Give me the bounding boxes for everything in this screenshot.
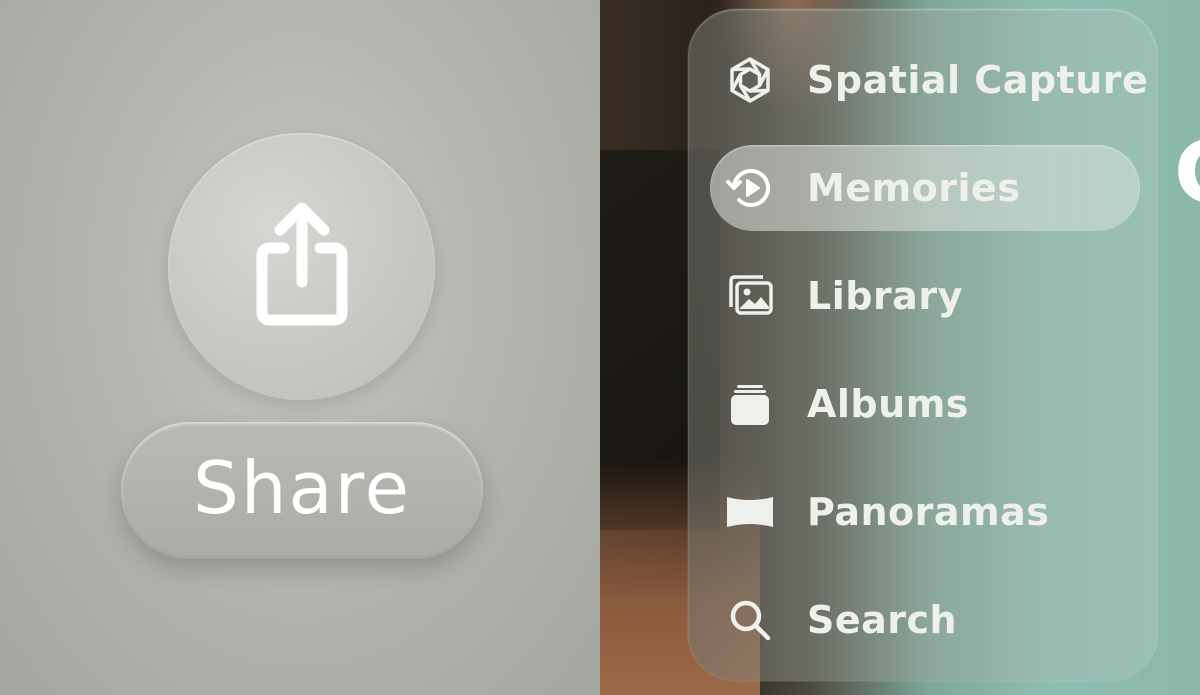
share-label: Share bbox=[193, 445, 411, 530]
photos-sidebar: Spatial Capture Memories Library Albums … bbox=[688, 9, 1158, 681]
memories-play-icon bbox=[722, 160, 778, 216]
square-and-arrow-up-icon bbox=[256, 202, 347, 325]
sidebar-item-label: Search bbox=[807, 598, 958, 642]
albums-stack-icon bbox=[722, 376, 778, 432]
panorama-icon bbox=[722, 484, 778, 540]
aperture-icon bbox=[722, 52, 778, 108]
sidebar-item-search[interactable]: Search bbox=[710, 577, 1140, 663]
sidebar-item-panoramas[interactable]: Panoramas bbox=[710, 469, 1140, 555]
magnifying-glass-icon bbox=[722, 592, 778, 648]
sidebar-item-label: Spatial Capture bbox=[807, 58, 1149, 102]
photo-stack-icon bbox=[722, 268, 778, 324]
sidebar-item-label: Albums bbox=[807, 382, 969, 426]
share-demo-panel: Share bbox=[0, 0, 600, 695]
sidebar-item-label: Memories bbox=[807, 166, 1021, 210]
sidebar-item-albums[interactable]: Albums bbox=[710, 361, 1140, 447]
sidebar-item-memories[interactable]: Memories bbox=[710, 145, 1140, 231]
sidebar-item-library[interactable]: Library bbox=[710, 253, 1140, 339]
share-label-pill[interactable]: Share bbox=[121, 422, 483, 559]
photos-sidebar-background: Spatial Capture Memories Library Albums … bbox=[600, 0, 1200, 695]
sidebar-item-label: Library bbox=[807, 274, 963, 318]
cropped-edge-glyph: G bbox=[1174, 130, 1200, 218]
sidebar-item-label: Panoramas bbox=[807, 490, 1050, 534]
sidebar-item-spatial-capture[interactable]: Spatial Capture bbox=[710, 37, 1148, 123]
share-button[interactable] bbox=[168, 133, 435, 400]
